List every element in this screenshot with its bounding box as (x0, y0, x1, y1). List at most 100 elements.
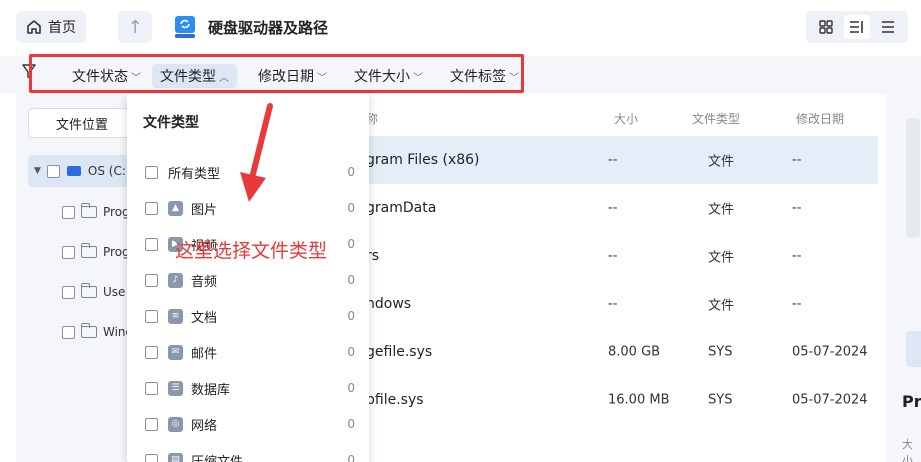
tree-item[interactable]: Use (62, 282, 125, 302)
tree-item[interactable]: Prog (62, 202, 130, 222)
table-row[interactable]: gram Files (x86) -- 文件 -- (362, 136, 878, 184)
file-size: -- (608, 296, 618, 312)
home-icon (27, 20, 41, 34)
tree-row-os[interactable]: ▼ OS (C: (34, 161, 126, 181)
file-date: -- (792, 248, 802, 264)
disk-icon (66, 166, 81, 176)
item-label: 文档 (191, 310, 218, 326)
scrollbar-thumb[interactable] (906, 118, 920, 238)
file-date: 05-07-2024 (792, 392, 868, 408)
item-checkbox[interactable] (145, 273, 158, 287)
home-label: 首页 (48, 20, 76, 36)
folder-icon (80, 203, 97, 218)
item-checkbox[interactable] (145, 453, 158, 462)
list-view-button[interactable] (875, 15, 901, 39)
right-panel-button[interactable] (906, 331, 921, 367)
view-switcher (806, 11, 908, 43)
tree-label: Prog (103, 205, 130, 219)
dropdown-item[interactable]: ▤ 压缩文件 0 (145, 449, 355, 462)
column-header-size[interactable]: 大小 (614, 110, 638, 127)
item-checkbox[interactable] (145, 201, 158, 215)
tree-checkbox[interactable] (62, 205, 75, 219)
table-row[interactable]: ndows -- 文件 -- (362, 280, 878, 328)
up-button[interactable]: ↑ (118, 11, 152, 43)
page-title: 硬盘驱动器及路径 (172, 12, 328, 42)
item-checkbox[interactable] (145, 381, 158, 395)
file-location-button[interactable]: 文件位置 (28, 108, 136, 138)
column-header-date[interactable]: 修改日期 (796, 110, 844, 127)
file-name: gefile.sys (366, 344, 433, 360)
network-icon: ◎ (168, 416, 183, 432)
tree-item[interactable]: Prog (62, 242, 130, 262)
detail-list-icon (849, 21, 863, 33)
item-count: 0 (347, 165, 355, 179)
tree-checkbox[interactable] (62, 285, 75, 299)
item-checkbox[interactable] (145, 237, 158, 251)
tree-label: Use (103, 285, 126, 299)
file-size: -- (608, 200, 618, 216)
item-checkbox[interactable] (145, 309, 158, 323)
grid-view-button[interactable] (813, 15, 839, 39)
dropdown-item[interactable]: ≡ 文档 0 (145, 305, 355, 327)
file-type: 文件 (708, 154, 735, 170)
file-name: pfile.sys (366, 392, 424, 408)
folder-icon (80, 243, 97, 258)
item-label: 网络 (191, 418, 218, 434)
dropdown-item[interactable]: ☰ 数据库 0 (145, 377, 355, 399)
item-checkbox[interactable] (145, 417, 158, 431)
dropdown-title: 文件类型 (143, 115, 199, 131)
highlight-box (29, 54, 524, 93)
file-size: -- (608, 248, 618, 264)
document-icon: ≡ (168, 308, 183, 324)
dropdown-item[interactable]: ✉ 邮件 0 (145, 341, 355, 363)
item-checkbox[interactable] (145, 165, 158, 179)
table-row[interactable]: gefile.sys 8.00 GB SYS 05-07-2024 (362, 328, 878, 376)
drive-icon (175, 16, 195, 38)
left-panel (16, 94, 128, 462)
dropdown-item[interactable]: ◎ 网络 0 (145, 413, 355, 435)
folder-icon (80, 283, 97, 298)
item-label: 所有类型 (168, 166, 221, 182)
file-name: gram Files (x86) (366, 152, 480, 168)
item-count: 0 (347, 345, 355, 359)
page-title-text: 硬盘驱动器及路径 (208, 18, 329, 37)
file-size: 8.00 GB (608, 344, 661, 360)
folder-icon (80, 323, 97, 338)
item-count: 0 (347, 381, 355, 395)
table-row[interactable]: gramData -- 文件 -- (362, 184, 878, 232)
annotation-arrow (240, 103, 273, 202)
item-checkbox[interactable] (145, 345, 158, 359)
file-type: SYS (708, 392, 733, 408)
detail-view-button[interactable] (843, 15, 870, 39)
item-label: 压缩文件 (191, 454, 244, 462)
right-panel-title: Pr (902, 392, 921, 411)
file-type: 文件 (708, 250, 735, 266)
right-panel-subtitle: 大小 (902, 438, 913, 462)
file-date: -- (792, 296, 802, 312)
item-label: 邮件 (191, 346, 218, 362)
tree-checkbox[interactable] (46, 164, 60, 178)
item-count: 0 (347, 453, 355, 462)
image-icon: ▲ (168, 200, 183, 216)
arrow-up-icon: ↑ (127, 16, 143, 38)
list-icon (882, 21, 895, 33)
column-header-type[interactable]: 文件类型 (692, 110, 740, 127)
home-button[interactable]: 首页 (16, 11, 86, 43)
tree-checkbox[interactable] (62, 245, 75, 259)
file-size: -- (608, 152, 618, 168)
file-type: 文件 (708, 298, 735, 314)
table-row[interactable]: rs -- 文件 -- (362, 232, 878, 280)
file-type: SYS (708, 344, 733, 360)
caret-down-icon[interactable]: ▼ (34, 166, 41, 176)
tree-label: Prog (103, 245, 130, 259)
dropdown-item[interactable]: ♪ 音频 0 (145, 269, 355, 291)
file-date: -- (792, 200, 802, 216)
archive-icon: ▤ (168, 452, 183, 462)
tree-item[interactable]: Wind (62, 322, 133, 342)
table-row[interactable]: pfile.sys 16.00 MB SYS 05-07-2024 (362, 376, 878, 424)
tree-checkbox[interactable] (62, 325, 75, 339)
item-label: 图片 (191, 202, 218, 218)
file-date: -- (792, 152, 802, 168)
file-size: 16.00 MB (608, 392, 670, 408)
mail-icon: ✉ (168, 344, 183, 360)
